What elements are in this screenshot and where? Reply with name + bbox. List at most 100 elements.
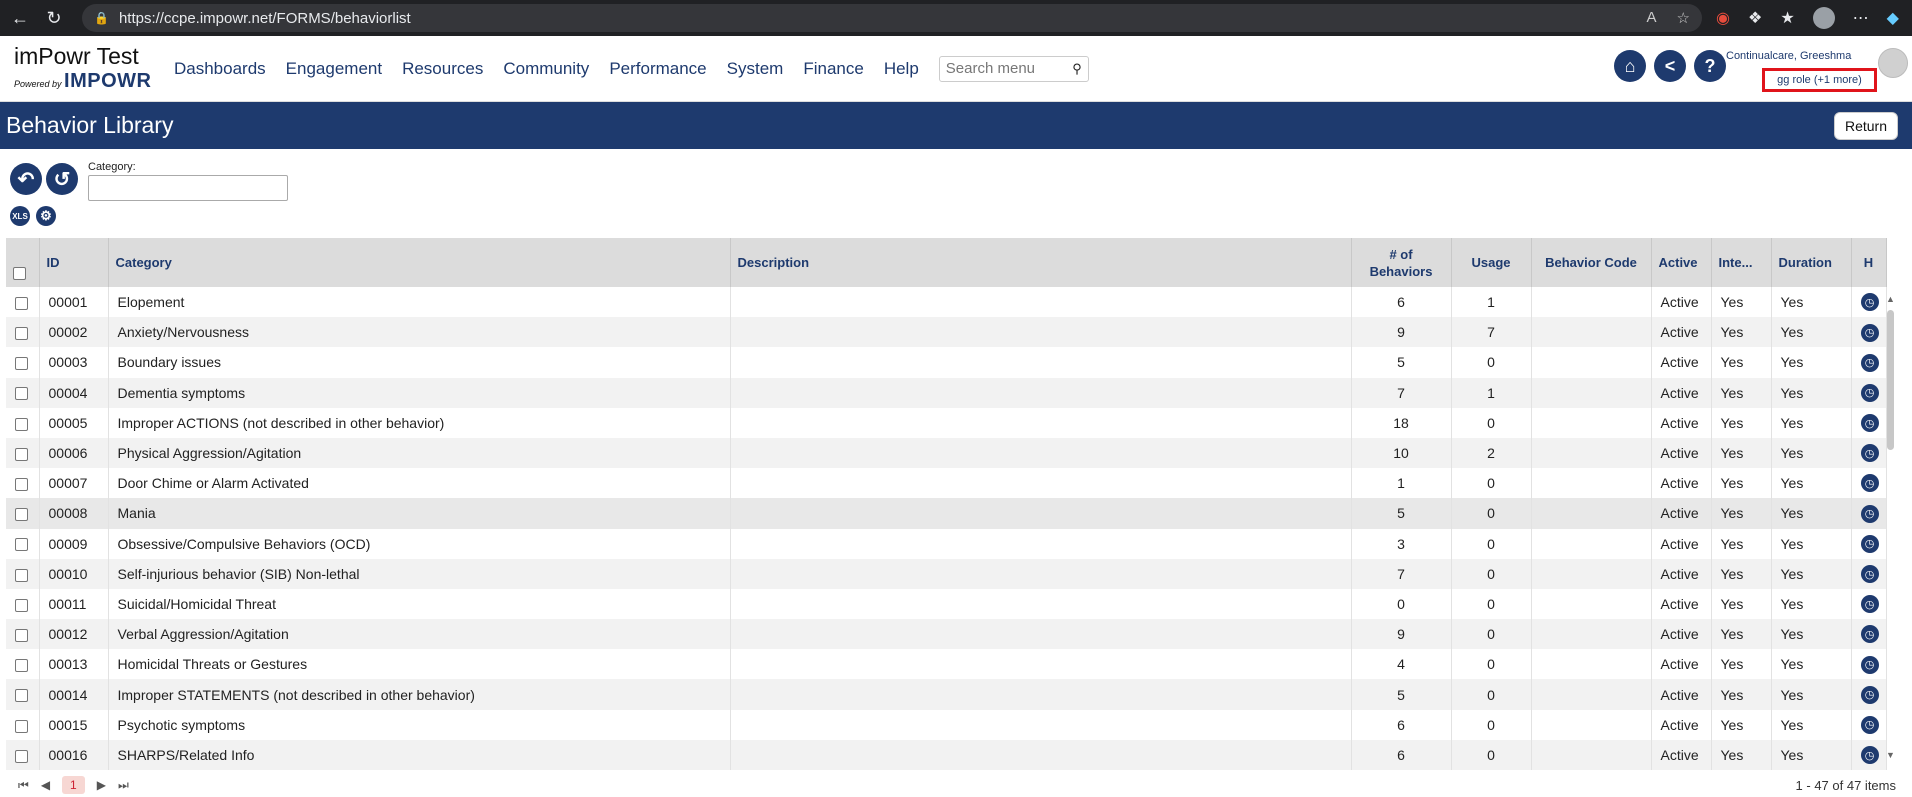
history-clock-icon[interactable]: ◷ <box>1860 444 1879 463</box>
history-clock-icon[interactable]: ◷ <box>1860 383 1879 402</box>
site-info-icon[interactable]: 🔒 <box>94 11 109 25</box>
favorites-icon[interactable]: ★ <box>1780 8 1794 28</box>
profile-avatar[interactable] <box>1812 7 1835 29</box>
nav-resources[interactable]: Resources <box>402 59 483 79</box>
nav-help[interactable]: Help <box>884 59 919 79</box>
settings-gear-icon[interactable]: ⚙ <box>36 206 56 226</box>
search-icon[interactable]: ⚲ <box>1072 61 1082 77</box>
history-clock-icon[interactable]: ◷ <box>1860 353 1879 372</box>
col-id[interactable]: ID <box>39 238 109 287</box>
reload-icon[interactable]: ↻ <box>40 4 68 32</box>
table-row[interactable]: 00003 Boundary issues 5 0 Active Yes Yes ◷ <box>6 347 1887 378</box>
col-active[interactable]: Active <box>1651 238 1712 287</box>
table-row[interactable]: 00009 Obsessive/Compulsive Behaviors (OCD… <box>6 528 1887 559</box>
last-page-icon[interactable]: ⏭ <box>118 778 129 793</box>
history-clock-icon[interactable]: ◷ <box>1860 323 1879 342</box>
history-clock-icon[interactable]: ◷ <box>1860 625 1879 644</box>
user-avatar[interactable] <box>1878 48 1908 78</box>
category-input[interactable] <box>88 175 288 201</box>
share-icon[interactable]: < <box>1654 50 1686 82</box>
history-clock-icon[interactable]: ◷ <box>1860 655 1879 674</box>
xls-export-icon[interactable]: XLS <box>10 206 30 226</box>
scroll-up-arrow[interactable]: ▲ <box>1886 294 1895 304</box>
nav-finance[interactable]: Finance <box>803 59 863 79</box>
extensions-puzzle-icon[interactable]: ❖ <box>1748 8 1762 28</box>
table-row[interactable]: 00004 Dementia symptoms 7 1 Active Yes Yes ◷ <box>6 377 1887 408</box>
extension-icon[interactable]: ◉ <box>1716 8 1730 28</box>
col-duration[interactable]: Duration <box>1771 238 1852 287</box>
help-icon[interactable]: ? <box>1694 50 1726 82</box>
favorite-star-icon[interactable]: ☆ <box>1677 9 1690 27</box>
nav-dashboards[interactable]: Dashboards <box>174 59 266 79</box>
col-description[interactable]: Description <box>730 238 1352 287</box>
row-checkbox[interactable] <box>15 568 28 582</box>
col-h[interactable]: H <box>1851 238 1887 287</box>
history-clock-icon[interactable]: ◷ <box>1860 534 1879 553</box>
user-role-link[interactable]: gg role (+1 more) <box>1762 68 1877 92</box>
table-row[interactable]: 00005 Improper ACTIONS (not described in … <box>6 407 1887 438</box>
history-clock-icon[interactable]: ◷ <box>1860 595 1879 614</box>
home-icon[interactable]: ⌂ <box>1614 50 1646 82</box>
scroll-down-arrow[interactable]: ▼ <box>1886 750 1895 760</box>
undo-icon[interactable]: ↶ <box>10 163 42 195</box>
row-checkbox[interactable] <box>15 327 28 341</box>
col-inte[interactable]: Inte... <box>1711 238 1772 287</box>
current-page[interactable]: 1 <box>62 776 85 794</box>
history-clock-icon[interactable]: ◷ <box>1860 474 1879 493</box>
history-clock-icon[interactable]: ◷ <box>1860 565 1879 584</box>
first-page-icon[interactable]: ⏮ <box>18 778 29 793</box>
col-num-behaviors[interactable]: # of Behaviors <box>1351 238 1452 287</box>
history-clock-icon[interactable]: ◷ <box>1860 293 1879 312</box>
copilot-icon[interactable]: ◆ <box>1887 8 1899 28</box>
select-all-checkbox[interactable] <box>13 267 26 280</box>
more-menu-icon[interactable]: ⋯ <box>1853 8 1869 28</box>
return-button[interactable]: Return <box>1833 112 1898 140</box>
row-checkbox[interactable] <box>15 659 28 673</box>
row-checkbox[interactable] <box>15 357 28 371</box>
nav-performance[interactable]: Performance <box>609 59 706 79</box>
table-row[interactable]: 00001 Elopement 6 1 Active Yes Yes ◷ <box>6 287 1887 318</box>
table-row[interactable]: 00008 Mania 5 0 Active Yes Yes ◷ <box>6 498 1887 529</box>
nav-community[interactable]: Community <box>503 59 589 79</box>
row-checkbox[interactable] <box>15 719 28 733</box>
row-checkbox[interactable] <box>15 628 28 642</box>
row-checkbox[interactable] <box>15 598 28 612</box>
search-menu-input[interactable]: Search menu ⚲ <box>938 55 1089 82</box>
col-category[interactable]: Category <box>108 238 731 287</box>
table-row[interactable]: 00006 Physical Aggression/Agitation 10 2 Act… <box>6 437 1887 469</box>
table-row[interactable]: 00002 Anxiety/Nervousness 9 7 Active Yes Yes ◷ <box>6 317 1887 348</box>
next-page-icon[interactable]: ▶ <box>97 778 106 792</box>
history-clock-icon[interactable]: ◷ <box>1860 414 1879 433</box>
nav-system[interactable]: System <box>727 59 784 79</box>
row-checkbox[interactable] <box>15 296 28 310</box>
app-logo[interactable]: imPowr Test Powered by IMPOWR <box>14 44 154 93</box>
col-usage[interactable]: Usage <box>1451 238 1532 287</box>
table-row[interactable]: 00007 Door Chime or Alarm Activated 1 0 Acti… <box>6 468 1887 499</box>
row-checkbox[interactable] <box>15 749 28 763</box>
row-checkbox[interactable] <box>15 689 28 703</box>
nav-engagement[interactable]: Engagement <box>286 59 382 79</box>
history-clock-icon[interactable]: ◷ <box>1860 715 1879 734</box>
row-checkbox[interactable] <box>15 478 28 492</box>
read-aloud-icon[interactable]: A <box>1647 9 1657 27</box>
row-checkbox[interactable] <box>15 538 28 552</box>
history-clock-icon[interactable]: ◷ <box>1860 685 1879 704</box>
address-bar[interactable]: 🔒 https://ccpe.impowr.net/FORMS/behavior… <box>82 4 1702 32</box>
scroll-thumb[interactable] <box>1887 310 1894 450</box>
grid-scrollbar[interactable]: ▲ ▼ <box>1884 290 1896 760</box>
row-checkbox[interactable] <box>15 417 28 431</box>
history-clock-icon[interactable]: ◷ <box>1860 746 1879 765</box>
table-row[interactable]: 00010 Self-injurious behavior (SIB) Non-l… <box>6 558 1887 589</box>
refresh-icon[interactable]: ↺ <box>46 163 78 195</box>
row-checkbox[interactable] <box>15 447 28 461</box>
table-row[interactable]: 00014 Improper STATEMENTS (not described … <box>6 679 1887 710</box>
back-icon[interactable]: ← <box>6 4 34 32</box>
row-checkbox[interactable] <box>15 508 28 522</box>
table-row[interactable]: 00016 SHARPS/Related Info 6 0 Active Yes Yes ◷ <box>6 739 1887 770</box>
table-row[interactable]: 00012 Verbal Aggression/Agitation 9 0 Active… <box>6 619 1887 650</box>
prev-page-icon[interactable]: ◀ <box>41 778 50 792</box>
table-row[interactable]: 00013 Homicidal Threats or Gestures 4 0 Acti… <box>6 649 1887 680</box>
table-row[interactable]: 00015 Psychotic symptoms 6 0 Active Yes Yes ◷ <box>6 709 1887 740</box>
col-behavior-code[interactable]: Behavior Code <box>1531 238 1652 287</box>
table-row[interactable]: 00011 Suicidal/Homicidal Threat 0 0 Active Ye… <box>6 588 1887 620</box>
